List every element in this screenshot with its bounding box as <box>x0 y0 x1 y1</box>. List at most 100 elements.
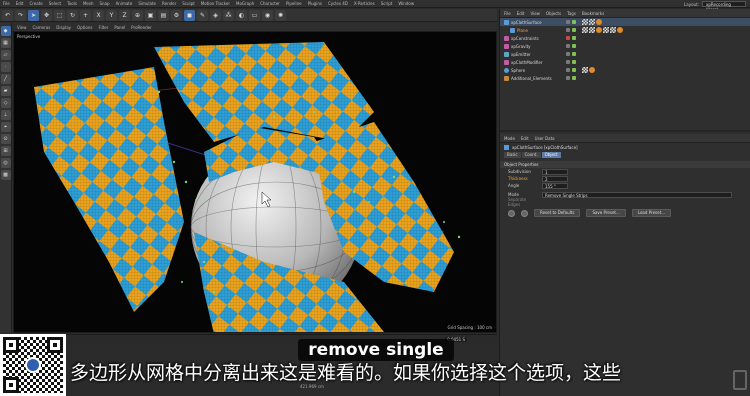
menu-mograph[interactable]: MoGraph <box>236 1 254 6</box>
object-row-plane[interactable]: Plane <box>500 26 750 34</box>
camera-icon[interactable]: ◉ <box>262 9 273 21</box>
vp-menu-filter[interactable]: Filter <box>98 25 108 30</box>
move-icon[interactable]: ✥ <box>41 9 52 21</box>
panel-divider[interactable] <box>500 130 750 132</box>
om-menu-view[interactable]: View <box>530 11 540 16</box>
visibility-dot-icon[interactable] <box>566 68 570 72</box>
menu-simulate[interactable]: Simulate <box>138 1 156 6</box>
points-mode-icon[interactable]: · <box>0 62 11 72</box>
subdivision-icon[interactable]: ◈ <box>210 9 221 21</box>
visibility-dot-icon[interactable] <box>566 44 570 48</box>
xp-tag-icon[interactable] <box>596 19 602 25</box>
vp-menu-view[interactable]: View <box>17 25 27 30</box>
y-axis-button[interactable]: Y <box>106 9 117 21</box>
enabled-check-icon[interactable] <box>572 28 576 32</box>
om-menu-edit[interactable]: Edit <box>517 11 525 16</box>
enabled-check-icon[interactable] <box>572 20 576 24</box>
menu-xparticles[interactable]: X-Particles <box>354 1 375 6</box>
object-row-xpclothmodifier[interactable]: xpClothModifier <box>500 58 750 66</box>
menu-motion-tracker[interactable]: Motion Tracker <box>201 1 230 6</box>
material-tag-icon[interactable] <box>582 67 588 73</box>
select-arrow-icon[interactable]: ➤ <box>28 9 39 21</box>
menu-cycles4d[interactable]: Cycles 4D <box>328 1 348 6</box>
object-row-xpconstraints[interactable]: xpConstraints <box>500 34 750 42</box>
vp-menu-cameras[interactable]: Cameras <box>33 25 51 30</box>
attr-menu-user-data[interactable]: User Data <box>535 136 555 141</box>
menu-character[interactable]: Character <box>260 1 280 6</box>
attr-menu-edit[interactable]: Edit <box>521 136 529 141</box>
visibility-dot-icon[interactable] <box>566 20 570 24</box>
menu-render[interactable]: Render <box>162 1 176 6</box>
preset-icon[interactable] <box>521 209 528 217</box>
material-tag-icon[interactable] <box>589 27 595 33</box>
snap-icon[interactable]: ⊙ <box>0 134 11 144</box>
vp-menu-prorender[interactable]: ProRender <box>131 25 152 30</box>
tab-object[interactable]: Object <box>541 152 561 158</box>
scale-icon[interactable]: ⬚ <box>54 9 65 21</box>
3d-viewport[interactable]: Perspective Grid Spacing : 100 cm <box>13 31 497 333</box>
render-settings-icon[interactable]: ⚙ <box>171 9 182 21</box>
xp-tag-icon[interactable] <box>589 67 595 73</box>
material-tag-icon[interactable] <box>603 27 609 33</box>
cube-icon[interactable]: ◼ <box>184 9 195 21</box>
deformer-icon[interactable]: ◐ <box>236 9 247 21</box>
subdivision-input[interactable]: 1 <box>542 168 568 175</box>
thickness-input[interactable]: 2 <box>542 175 568 182</box>
pen-icon[interactable]: ✎ <box>197 9 208 21</box>
material-tag-icon[interactable] <box>582 27 588 33</box>
menu-pipeline[interactable]: Pipeline <box>286 1 302 6</box>
tab-basic[interactable]: Basic <box>504 152 521 158</box>
xp-tag-icon[interactable] <box>617 27 623 33</box>
enabled-check-icon[interactable] <box>572 76 576 80</box>
material-tag-icon[interactable] <box>582 19 588 25</box>
material-tag-icon[interactable] <box>610 27 616 33</box>
uv-mode-icon[interactable]: ◇ <box>0 98 11 108</box>
menu-plugins[interactable]: Plugins <box>308 1 322 6</box>
workplane-lock-icon[interactable]: ⊞ <box>0 146 11 156</box>
om-menu-objects[interactable]: Objects <box>546 11 561 16</box>
render-picture-viewer-icon[interactable]: ▤ <box>158 9 169 21</box>
workplane-icon[interactable]: ▱ <box>0 50 11 60</box>
grid-icon[interactable]: ▩ <box>0 170 11 180</box>
vp-menu-options[interactable]: Options <box>77 25 92 30</box>
enabled-check-icon[interactable] <box>572 60 576 64</box>
visibility-dot-icon[interactable] <box>566 60 570 64</box>
menu-edit[interactable]: Edit <box>16 1 24 6</box>
save-preset-button[interactable]: Save Preset... <box>586 209 626 217</box>
om-menu-tags[interactable]: Tags <box>567 11 576 16</box>
menu-animate[interactable]: Animate <box>116 1 133 6</box>
mode-dropdown[interactable]: Remove Single Strips <box>542 191 732 198</box>
light-icon[interactable]: ✺ <box>275 9 286 21</box>
visibility-dot-icon[interactable] <box>566 52 570 56</box>
enabled-check-icon[interactable] <box>572 68 576 72</box>
angle-input[interactable]: 155 ° <box>542 182 568 189</box>
xp-tag-icon[interactable] <box>596 27 602 33</box>
visibility-dot-icon[interactable] <box>566 76 570 80</box>
vp-menu-panel[interactable]: Panel <box>114 25 125 30</box>
reset-defaults-button[interactable]: Reset to Defaults <box>534 209 581 217</box>
load-preset-button[interactable]: Load Preset... <box>631 209 671 217</box>
om-menu-bookmarks[interactable]: Bookmarks <box>582 11 604 16</box>
undo-icon[interactable]: ↶ <box>2 9 13 21</box>
om-menu-file[interactable]: File <box>504 11 511 16</box>
menu-file[interactable]: File <box>3 1 10 6</box>
menu-create[interactable]: Create <box>29 1 42 6</box>
menu-snap[interactable]: Snap <box>99 1 109 6</box>
material-tag-icon[interactable] <box>589 19 595 25</box>
x-axis-button[interactable]: X <box>93 9 104 21</box>
menu-window[interactable]: Window <box>398 1 414 6</box>
visibility-dot-icon[interactable] <box>566 36 570 40</box>
enabled-check-icon[interactable] <box>572 36 576 40</box>
enabled-check-icon[interactable] <box>572 44 576 48</box>
link-icon[interactable] <box>508 209 515 217</box>
recent-tools-icon[interactable]: + <box>80 9 91 21</box>
render-view-icon[interactable]: ▣ <box>145 9 156 21</box>
polygons-mode-icon[interactable]: ▰ <box>0 86 11 96</box>
texture-mode-icon[interactable]: ▦ <box>0 38 11 48</box>
object-row-sphere[interactable]: Sphere <box>500 66 750 74</box>
object-row-xpgravity[interactable]: xpGravity <box>500 42 750 50</box>
object-row-xpemitter[interactable]: xpEmitter <box>500 50 750 58</box>
layout-dropdown[interactable]: xpRecording (User) <box>702 1 746 12</box>
redo-icon[interactable]: ↷ <box>15 9 26 21</box>
vp-menu-display[interactable]: Display <box>56 25 71 30</box>
